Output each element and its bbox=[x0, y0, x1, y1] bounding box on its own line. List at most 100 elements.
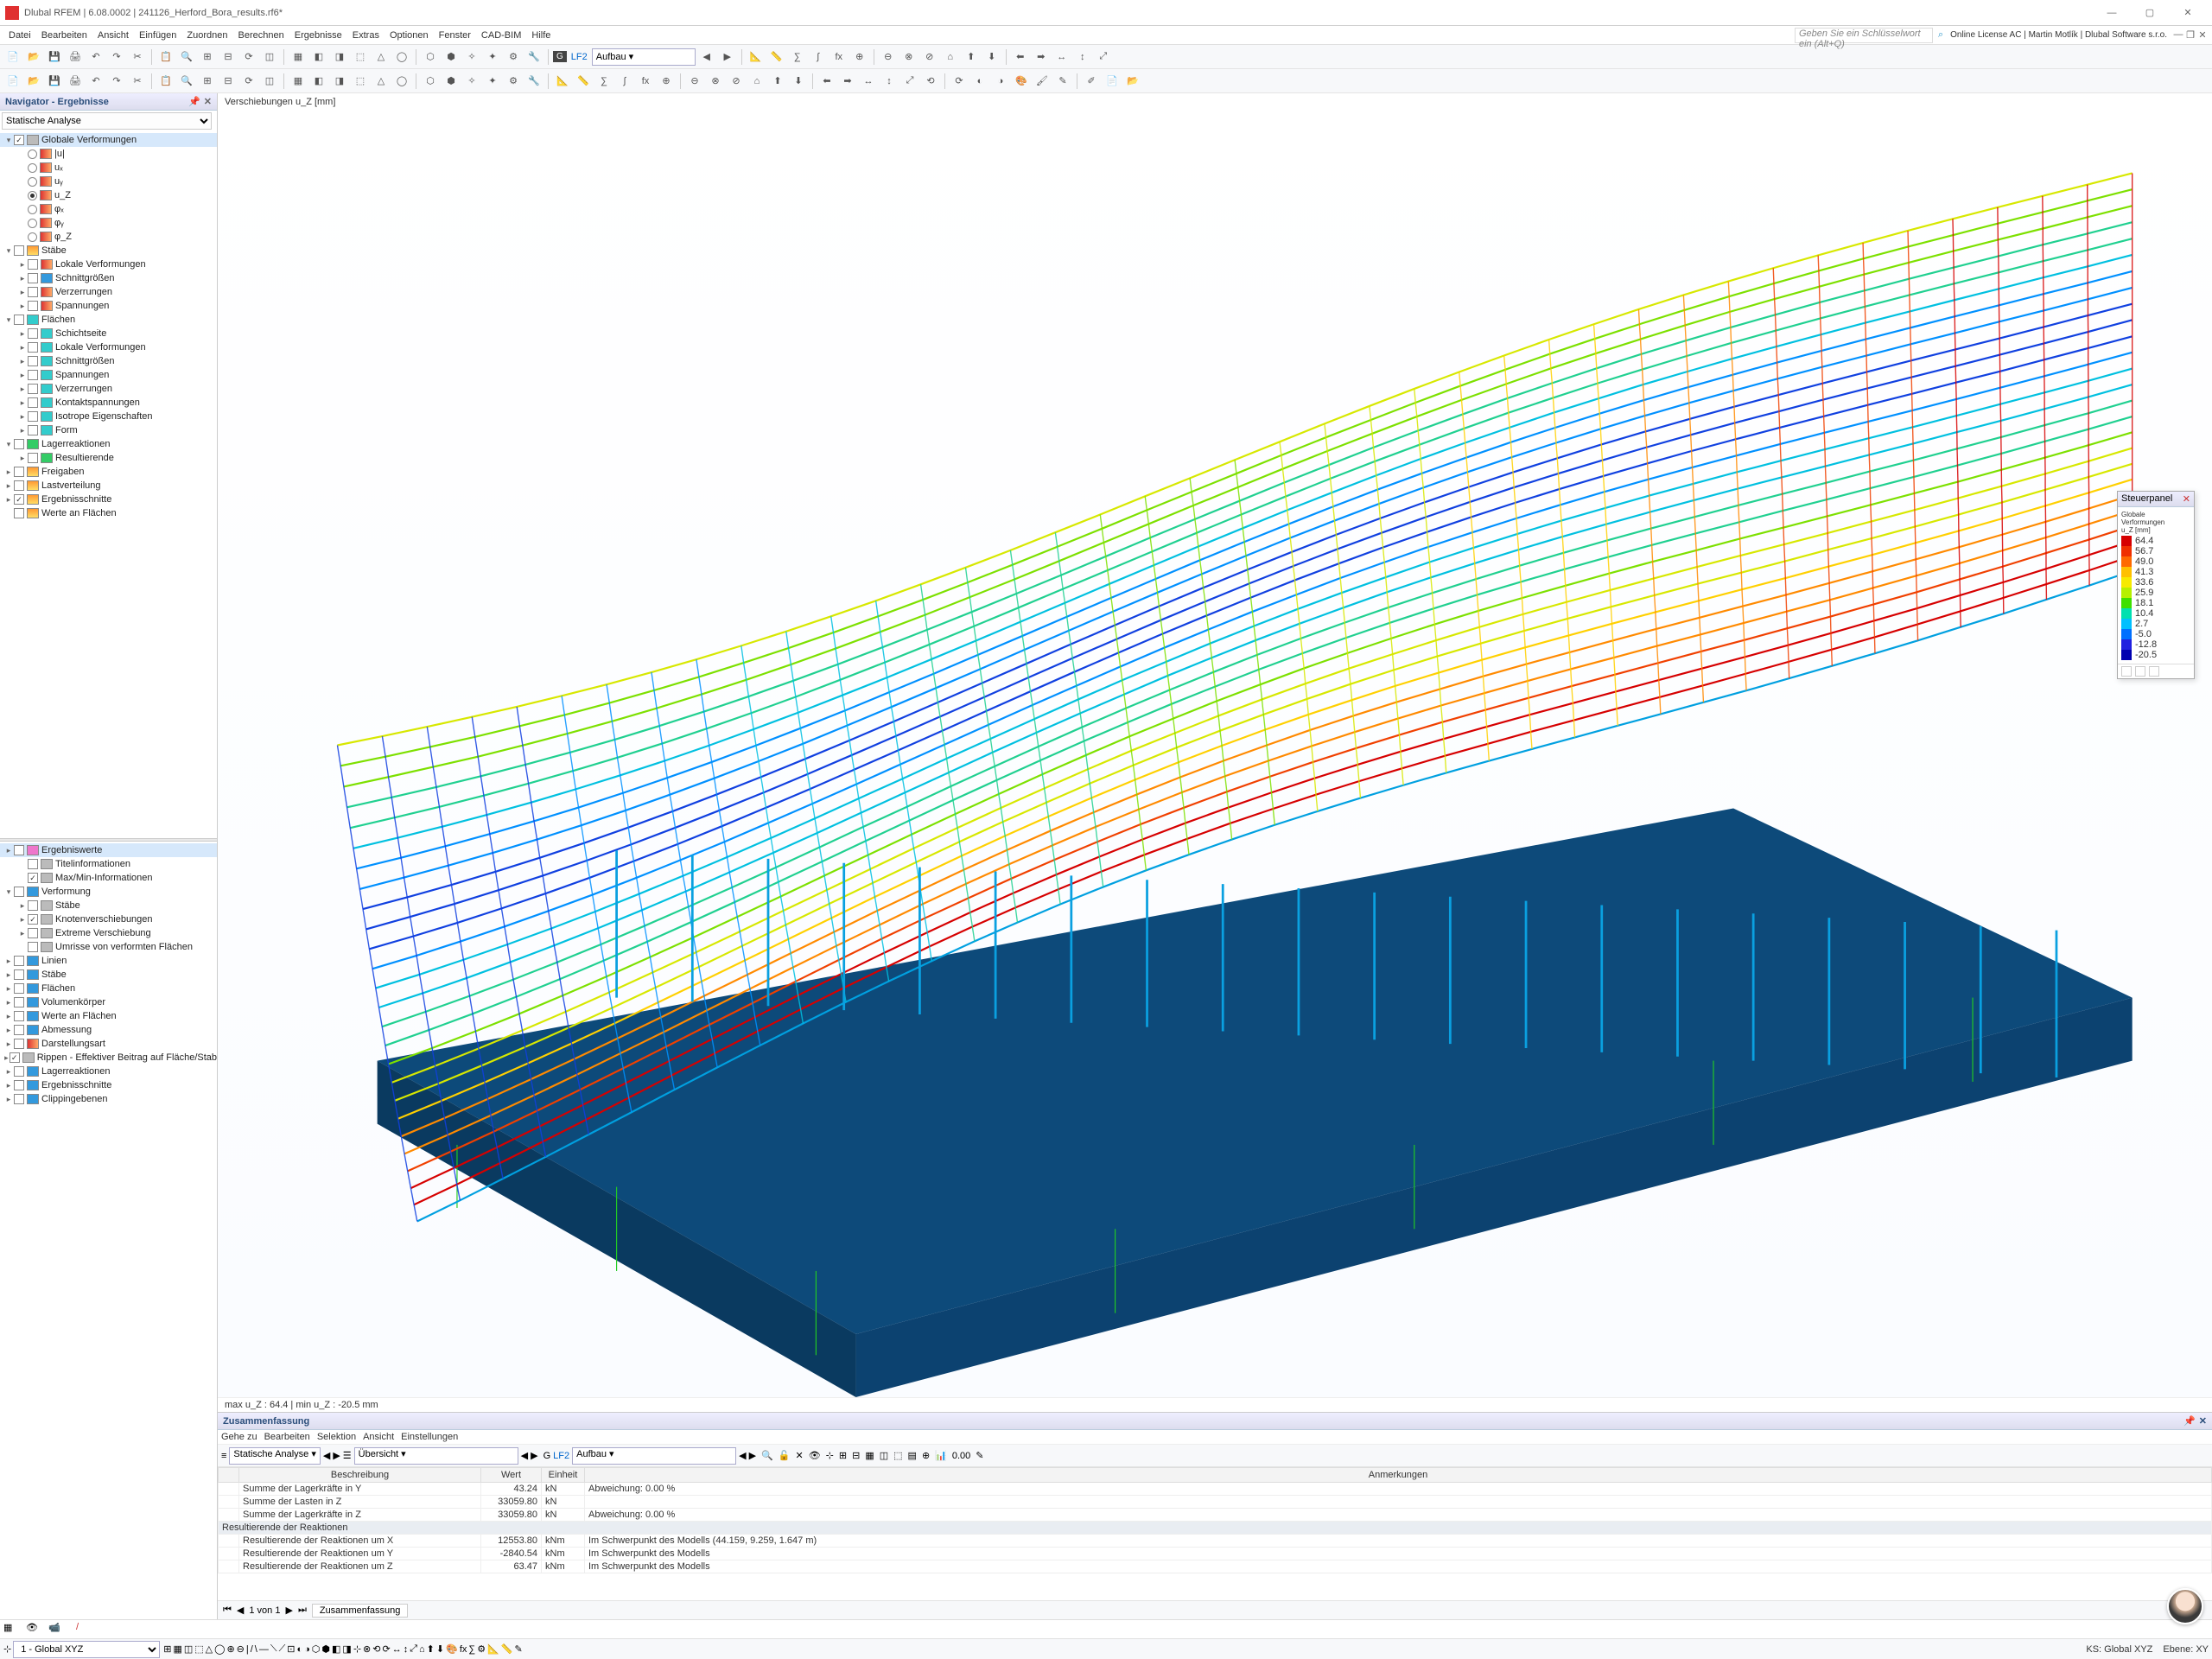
bottom-tool[interactable]: ◐ bbox=[296, 1644, 302, 1655]
checkbox[interactable] bbox=[14, 983, 24, 994]
nav-prev-icon[interactable]: ◀ bbox=[237, 1605, 244, 1616]
toolbar-button[interactable]: ▦ bbox=[289, 48, 308, 67]
toolbar-button[interactable]: ⊘ bbox=[727, 72, 746, 91]
col-wert[interactable]: Wert bbox=[481, 1468, 542, 1483]
summary-tool[interactable]: ✕ bbox=[795, 1450, 803, 1461]
toolbar-button[interactable]: 📐 bbox=[747, 48, 766, 67]
status-camera-icon[interactable]: 📹 bbox=[48, 1622, 66, 1637]
summary-menu-ansicht[interactable]: Ansicht bbox=[363, 1432, 394, 1442]
tree-row[interactable]: Titelinformationen bbox=[0, 857, 217, 871]
summary-tool[interactable]: ▦ bbox=[865, 1450, 874, 1461]
tree-row[interactable]: ▸Knotenverschiebungen bbox=[0, 912, 217, 926]
toolbar-button[interactable]: ✂ bbox=[128, 72, 147, 91]
menu-zuordnen[interactable]: Zuordnen bbox=[181, 29, 232, 42]
panel-close-icon[interactable]: ✕ bbox=[204, 96, 212, 107]
checkbox[interactable] bbox=[28, 342, 38, 353]
toolbar-button[interactable]: ✦ bbox=[483, 48, 502, 67]
tree-row[interactable]: ▸Verzerrungen bbox=[0, 285, 217, 299]
tree-row[interactable]: ▸Schnittgrößen bbox=[0, 271, 217, 285]
toolbar-button[interactable]: ⊟ bbox=[219, 48, 238, 67]
bottom-tool[interactable]: ⚙ bbox=[477, 1643, 486, 1655]
tree-row[interactable]: ▸Lagerreaktionen bbox=[0, 1065, 217, 1078]
toolbar-button[interactable]: ⬚ bbox=[351, 72, 370, 91]
table-row[interactable]: Summe der Lagerkräfte in Z33059.80kNAbwe… bbox=[219, 1509, 2212, 1522]
tree-row[interactable]: Werte an Flächen bbox=[0, 506, 217, 520]
tree-row[interactable]: ▸Resultierende bbox=[0, 451, 217, 465]
table-row[interactable]: Summe der Lasten in Z33059.80kN bbox=[219, 1496, 2212, 1509]
toolbar-button[interactable]: ◯ bbox=[392, 72, 411, 91]
bottom-tool[interactable]: ⬢ bbox=[321, 1643, 330, 1655]
bottom-tool[interactable]: ⌂ bbox=[419, 1644, 425, 1655]
toolbar-button[interactable]: ⊞ bbox=[198, 48, 217, 67]
tree-row[interactable]: ▸Extreme Verschiebung bbox=[0, 926, 217, 940]
toolbar-button[interactable]: ➡ bbox=[838, 72, 857, 91]
checkbox[interactable] bbox=[28, 384, 38, 394]
checkbox[interactable] bbox=[28, 453, 38, 463]
summary-tb-icon[interactable]: ≡ bbox=[221, 1451, 226, 1461]
toolbar-button[interactable]: ⊗ bbox=[706, 72, 725, 91]
summary-tool[interactable]: ⊞ bbox=[839, 1450, 847, 1461]
toolbar-button[interactable]: ◧ bbox=[309, 48, 328, 67]
toolbar-button[interactable]: ⊗ bbox=[899, 48, 918, 67]
checkbox[interactable] bbox=[28, 273, 38, 283]
bottom-tool[interactable]: ↔ bbox=[392, 1644, 402, 1655]
summary-tool[interactable]: 0.00 bbox=[952, 1451, 970, 1461]
bottom-tool[interactable]: ⟍ bbox=[270, 1643, 277, 1655]
checkbox[interactable] bbox=[14, 1011, 24, 1021]
bottom-tool[interactable]: 📐 bbox=[487, 1643, 499, 1655]
toolbar-button[interactable]: fx bbox=[636, 72, 655, 91]
tree-row[interactable]: ▸Schnittgrößen bbox=[0, 354, 217, 368]
toolbar-button[interactable]: 📂 bbox=[24, 48, 43, 67]
radio[interactable] bbox=[28, 163, 37, 173]
tree-row[interactable]: ▸Rippen - Effektiver Beitrag auf Fläche/… bbox=[0, 1051, 217, 1065]
minimize-button[interactable]: — bbox=[2093, 0, 2131, 26]
checkbox[interactable] bbox=[28, 397, 38, 408]
checkbox[interactable] bbox=[28, 425, 38, 435]
help-avatar[interactable] bbox=[2167, 1588, 2203, 1624]
toolbar-button[interactable]: ➡ bbox=[1032, 48, 1051, 67]
summary-menu-einstellungen[interactable]: Einstellungen bbox=[401, 1432, 458, 1442]
nav-next-icon[interactable]: ▶ bbox=[285, 1605, 292, 1616]
tree-row[interactable]: φ_Z bbox=[0, 230, 217, 244]
checkbox[interactable] bbox=[28, 287, 38, 297]
checkbox[interactable] bbox=[14, 508, 24, 518]
tree-row[interactable]: φₓ bbox=[0, 202, 217, 216]
toolbar-button[interactable]: ⬡ bbox=[421, 48, 440, 67]
tree-row[interactable]: ▸Lastverteilung bbox=[0, 479, 217, 493]
bottom-tool[interactable]: ⊹ bbox=[353, 1643, 361, 1655]
toolbar-button[interactable]: 🖌 bbox=[1033, 72, 1052, 91]
summary-tool[interactable]: ⬚ bbox=[893, 1450, 902, 1461]
bottom-tool[interactable]: ⟲ bbox=[372, 1643, 380, 1655]
panel-tab1-icon[interactable] bbox=[2121, 666, 2132, 677]
bottom-tool[interactable]: ✎ bbox=[515, 1643, 523, 1655]
toolbar-button[interactable]: 📋 bbox=[156, 48, 175, 67]
close-button[interactable]: ✕ bbox=[2169, 0, 2207, 26]
toolbar-button[interactable]: ✂ bbox=[128, 48, 147, 67]
summary-menu-bearbeiten[interactable]: Bearbeiten bbox=[264, 1432, 310, 1442]
bottom-tool[interactable]: ↕ bbox=[404, 1644, 409, 1655]
summary-view-combo[interactable]: Übersicht ▾ bbox=[354, 1447, 518, 1465]
summary-pin-icon[interactable]: 📌 bbox=[2183, 1415, 2196, 1427]
toolbar-button[interactable]: ⟳ bbox=[239, 72, 258, 91]
toolbar-button[interactable]: ↕ bbox=[880, 72, 899, 91]
radio[interactable] bbox=[28, 177, 37, 187]
toolbar-button[interactable]: ◫ bbox=[260, 72, 279, 91]
toolbar-button[interactable]: 📄 bbox=[1103, 72, 1122, 91]
summary-tool[interactable]: ⊟ bbox=[852, 1450, 860, 1461]
col-anmerkungen[interactable]: Anmerkungen bbox=[585, 1468, 2212, 1483]
panel-tab2-icon[interactable] bbox=[2135, 666, 2145, 677]
mdi-minimize-icon[interactable]: — bbox=[2172, 29, 2184, 41]
toolbar-button[interactable]: 📂 bbox=[24, 72, 43, 91]
status-line-icon[interactable]: / bbox=[76, 1622, 93, 1637]
summary-mode-icon[interactable]: ☰ bbox=[343, 1450, 352, 1461]
nav-first-icon[interactable]: ⏮ bbox=[223, 1605, 232, 1616]
tree-row[interactable]: ▸Schichtseite bbox=[0, 327, 217, 340]
tree-row[interactable]: uᵧ bbox=[0, 175, 217, 188]
bottom-tool[interactable]: ◯ bbox=[214, 1643, 225, 1655]
toolbar-button[interactable]: 💾 bbox=[45, 48, 64, 67]
toolbar-button[interactable]: ↶ bbox=[86, 48, 105, 67]
toolbar-button[interactable]: 🖨 bbox=[66, 48, 85, 67]
navigator-combo[interactable]: Statische Analyse bbox=[2, 112, 212, 130]
checkbox[interactable] bbox=[14, 245, 24, 256]
tree-row[interactable]: Max/Min-Informationen bbox=[0, 871, 217, 885]
